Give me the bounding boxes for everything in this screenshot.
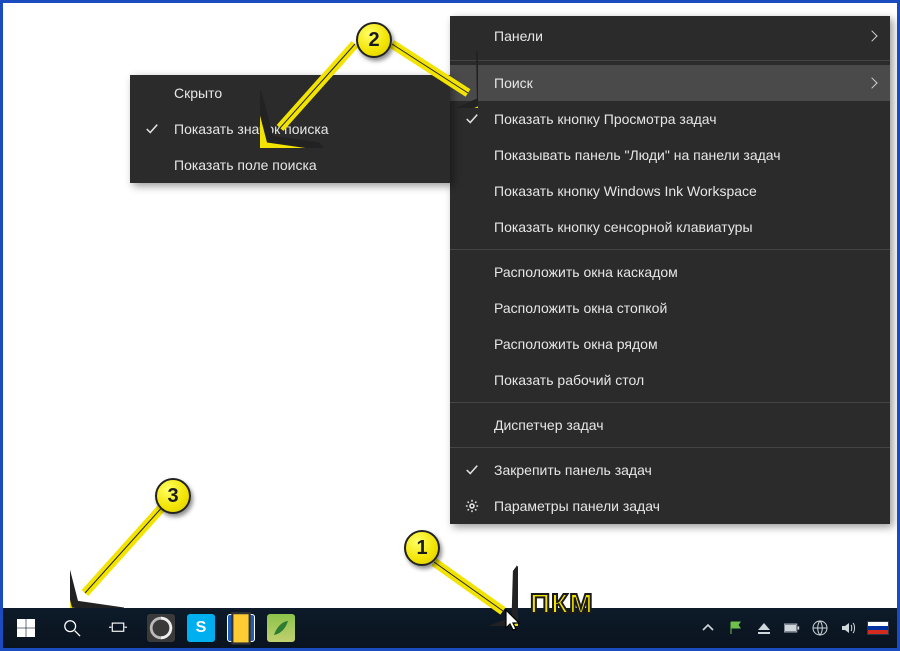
task-view-button[interactable] bbox=[95, 608, 141, 648]
menu-item-show-people[interactable]: Показывать панель "Люди" на панели задач bbox=[450, 137, 890, 173]
submenu-item-hidden[interactable]: Скрыто bbox=[130, 75, 450, 111]
menu-item-label: Закрепить панель задач bbox=[494, 462, 652, 478]
start-button[interactable] bbox=[3, 608, 49, 648]
menu-item-label: Расположить окна каскадом bbox=[494, 264, 678, 280]
taskbar-app-skype[interactable]: S bbox=[187, 614, 215, 642]
menu-item-show-ink[interactable]: Показать кнопку Windows Ink Workspace bbox=[450, 173, 890, 209]
menu-item-label: Диспетчер задач bbox=[494, 417, 604, 433]
menu-item-label: Панели bbox=[494, 28, 543, 44]
taskbar-app-3[interactable] bbox=[227, 614, 255, 642]
tray-battery-icon[interactable] bbox=[783, 619, 801, 637]
menu-item-label: Показывать панель "Люди" на панели задач bbox=[494, 147, 781, 163]
menu-separator bbox=[450, 447, 890, 448]
check-icon bbox=[144, 121, 160, 137]
menu-item-show-desktop[interactable]: Показать рабочий стол bbox=[450, 362, 890, 398]
menu-item-panels[interactable]: Панели bbox=[450, 16, 890, 56]
menu-item-label: Показать кнопку сенсорной клавиатуры bbox=[494, 219, 753, 235]
chevron-right-icon bbox=[866, 77, 877, 88]
menu-item-label: Расположить окна рядом bbox=[494, 336, 658, 352]
taskbar-app-4[interactable] bbox=[267, 614, 295, 642]
windows-icon bbox=[17, 619, 35, 637]
menu-item-label: Показать рабочий стол bbox=[494, 372, 644, 388]
tray-volume-icon[interactable] bbox=[839, 619, 857, 637]
menu-item-stack[interactable]: Расположить окна стопкой bbox=[450, 290, 890, 326]
menu-item-taskbar-settings[interactable]: Параметры панели задач bbox=[450, 488, 890, 524]
tray-chevron-up[interactable] bbox=[699, 619, 717, 637]
search-submenu: Скрыто Показать значок поиска Показать п… bbox=[130, 75, 450, 183]
menu-item-label: Поиск bbox=[494, 75, 533, 91]
annotation-marker-2: 2 bbox=[356, 22, 392, 58]
mouse-cursor-icon bbox=[504, 608, 522, 632]
annotation-marker-1: 1 bbox=[404, 530, 440, 566]
submenu-item-show-search-box[interactable]: Показать поле поиска bbox=[130, 147, 450, 183]
language-indicator-ru[interactable] bbox=[867, 621, 889, 635]
menu-item-label: Скрыто bbox=[174, 85, 222, 101]
menu-item-label: Показать кнопку Windows Ink Workspace bbox=[494, 183, 757, 199]
annotation-number: 2 bbox=[368, 29, 379, 52]
annotation-number: 1 bbox=[416, 537, 427, 560]
menu-separator bbox=[450, 402, 890, 403]
taskbar[interactable]: S bbox=[3, 608, 897, 648]
check-icon bbox=[464, 462, 480, 478]
annotation-number: 3 bbox=[167, 485, 178, 508]
menu-item-label: Показать поле поиска bbox=[174, 157, 317, 173]
menu-item-show-touch-keyboard[interactable]: Показать кнопку сенсорной клавиатуры bbox=[450, 209, 890, 245]
menu-item-label: Расположить окна стопкой bbox=[494, 300, 667, 316]
taskbar-context-menu: Панели Поиск Показать кнопку Просмотра з… bbox=[450, 16, 890, 524]
taskbar-left: S bbox=[3, 608, 301, 648]
search-icon bbox=[63, 619, 81, 637]
tray-flag-icon[interactable] bbox=[727, 619, 745, 637]
tray-network-icon[interactable] bbox=[811, 619, 829, 637]
menu-item-label: Показать кнопку Просмотра задач bbox=[494, 111, 717, 127]
menu-item-label: Показать значок поиска bbox=[174, 121, 329, 137]
search-button[interactable] bbox=[49, 608, 95, 648]
menu-item-label: Параметры панели задач bbox=[494, 498, 660, 514]
check-icon bbox=[464, 111, 480, 127]
annotation-marker-3: 3 bbox=[155, 478, 191, 514]
app-icon bbox=[267, 614, 295, 642]
system-tray bbox=[699, 608, 897, 648]
task-view-icon bbox=[109, 619, 127, 637]
annotation-label-pkm: ПКМ bbox=[530, 588, 594, 620]
submenu-item-show-search-icon[interactable]: Показать значок поиска bbox=[130, 111, 450, 147]
menu-item-task-manager[interactable]: Диспетчер задач bbox=[450, 407, 890, 443]
menu-item-show-task-view[interactable]: Показать кнопку Просмотра задач bbox=[450, 101, 890, 137]
menu-item-search[interactable]: Поиск bbox=[450, 65, 890, 101]
tray-eject-icon[interactable] bbox=[755, 619, 773, 637]
chevron-right-icon bbox=[866, 30, 877, 41]
menu-item-cascade[interactable]: Расположить окна каскадом bbox=[450, 254, 890, 290]
app-icon bbox=[228, 611, 254, 646]
gear-icon bbox=[464, 498, 480, 514]
taskbar-app-1[interactable] bbox=[147, 614, 175, 642]
menu-separator bbox=[450, 60, 890, 61]
annotation-arrow-3 bbox=[70, 498, 180, 608]
menu-separator bbox=[450, 249, 890, 250]
menu-item-side-by-side[interactable]: Расположить окна рядом bbox=[450, 326, 890, 362]
app-icon bbox=[147, 614, 175, 642]
menu-item-lock-taskbar[interactable]: Закрепить панель задач bbox=[450, 452, 890, 488]
